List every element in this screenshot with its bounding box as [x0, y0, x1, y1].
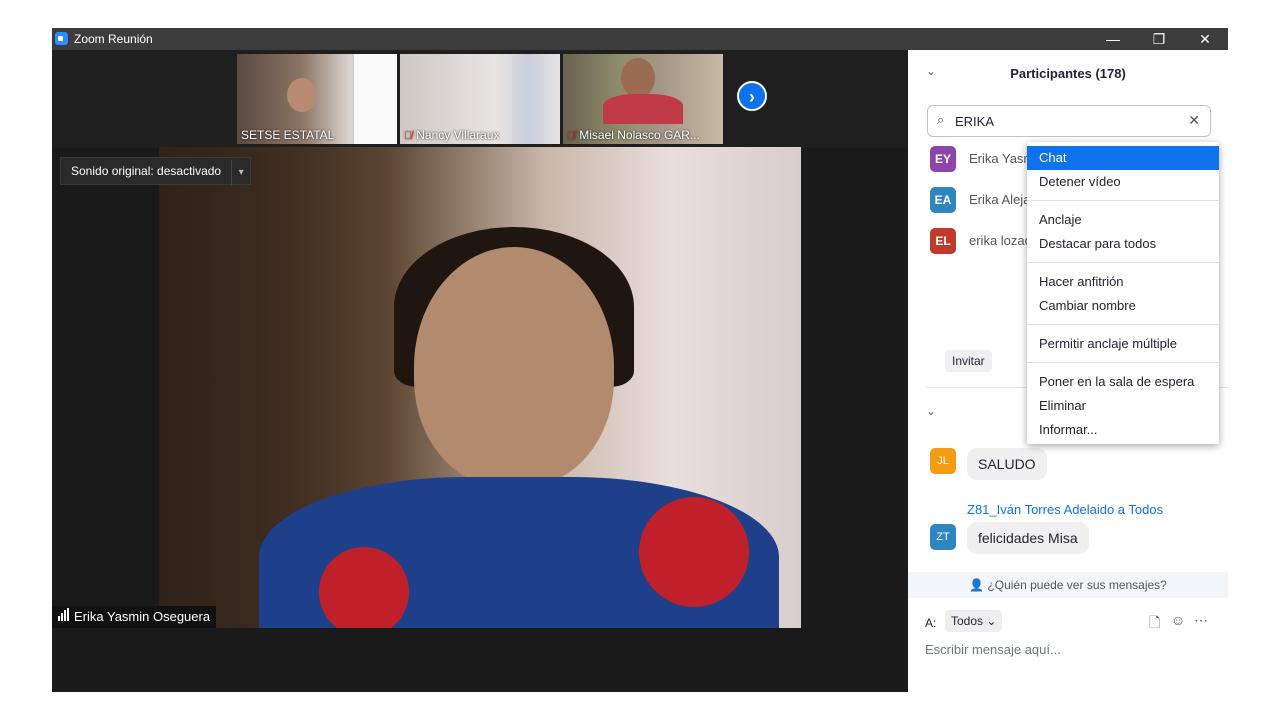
avatar: ZT	[930, 524, 956, 550]
avatar: EA	[930, 187, 956, 213]
signal-strength-icon	[58, 606, 70, 628]
emoji-icon[interactable]: ☺	[1171, 612, 1185, 628]
chevron-down-icon: ⌄	[986, 614, 997, 628]
menu-divider	[1027, 324, 1219, 325]
original-sound-toggle[interactable]: Sonido original: desactivado ▾	[60, 157, 252, 186]
recipient-value: Todos	[951, 614, 984, 628]
participant-name: Erika Aleja	[969, 192, 1031, 207]
search-input[interactable]: ERIKA	[955, 114, 994, 129]
chevron-down-icon[interactable]: ▾	[231, 160, 250, 186]
recipient-label: A:	[925, 616, 937, 630]
participant-search[interactable]: ⌕ ERIKA ✕	[927, 105, 1211, 137]
shared-screen-preview	[353, 54, 397, 144]
menu-item-stop-video[interactable]: Detener vídeo	[1027, 170, 1219, 194]
menu-item-chat[interactable]: Chat	[1027, 146, 1219, 170]
muted-mic-icon: 🎙̸	[404, 130, 413, 142]
thumbnail-nancy[interactable]: 🎙̸ Nancy Villaraux	[400, 54, 560, 144]
shirt-flower	[319, 547, 409, 628]
minimize-button[interactable]: —	[1090, 28, 1136, 50]
next-page-button[interactable]: ›	[737, 81, 767, 111]
chat-message: SALUDO	[967, 448, 1047, 480]
menu-item-make-host[interactable]: Hacer anfitrión	[1027, 270, 1219, 294]
speaker-face	[414, 247, 614, 487]
recipient-select[interactable]: Todos ⌄	[945, 610, 1003, 632]
more-icon[interactable]: ⋯	[1194, 612, 1208, 629]
chat-sender: Z81_Iván Torres Adelaido a Todos	[967, 502, 1164, 517]
menu-item-spotlight[interactable]: Destacar para todos	[1027, 232, 1219, 256]
menu-item-waiting-room[interactable]: Poner en la sala de espera	[1027, 370, 1219, 394]
window-title: Zoom Reunión	[74, 32, 153, 46]
thumbnail-label: 🎙̸ Nancy Villaraux	[404, 128, 500, 142]
thumbnail-label: SETSE ESTATAL	[241, 128, 335, 142]
menu-divider	[1027, 262, 1219, 263]
participant-name: Erika Yasm	[969, 151, 1035, 166]
participant-shirt	[603, 94, 683, 124]
search-icon: ⌕	[937, 112, 945, 127]
avatar: EY	[930, 146, 956, 172]
restore-button[interactable]: ❐	[1136, 28, 1182, 50]
chat-input[interactable]: Escribir mensaje aquí...	[925, 642, 1061, 657]
menu-item-allow-multipin[interactable]: Permitir anclaje múltiple	[1027, 332, 1219, 356]
avatar: EL	[930, 228, 956, 254]
muted-mic-icon: 🎙̸	[567, 130, 576, 142]
menu-item-remove[interactable]: Eliminar	[1027, 394, 1219, 418]
participant-name: erika lozad	[969, 233, 1032, 248]
participant-face	[287, 78, 317, 112]
menu-divider	[1027, 362, 1219, 363]
menu-item-pin[interactable]: Anclaje	[1027, 208, 1219, 232]
speaker-name: Erika Yasmin Oseguera	[74, 609, 211, 624]
close-button[interactable]: ✕	[1182, 28, 1228, 50]
thumbnail-setse[interactable]: SETSE ESTATAL	[237, 54, 397, 144]
thumbnail-label: 🎙̸ Misael Nolasco GAR...	[567, 128, 700, 142]
title-bar: Zoom Reunión — ❐ ✕	[52, 28, 1228, 50]
speaker-name-tag: Erika Yasmin Oseguera	[52, 606, 217, 628]
menu-item-report[interactable]: Informar...	[1027, 418, 1219, 442]
avatar: JL	[930, 448, 956, 474]
chevron-down-icon[interactable]: ⌄	[926, 404, 936, 418]
menu-divider	[1027, 200, 1219, 201]
shirt-flower	[639, 497, 749, 607]
chat-message: felicidades Misa	[967, 522, 1089, 554]
file-icon[interactable]: 🗋	[1149, 612, 1160, 636]
participant-face	[621, 58, 655, 98]
clear-search-icon[interactable]: ✕	[1188, 112, 1200, 129]
thumbnail-strip: SETSE ESTATAL 🎙̸ Nancy Villaraux 🎙̸ Misael…	[52, 50, 908, 148]
person-lock-icon: 👤	[969, 578, 988, 592]
participant-context-menu: Chat Detener vídeo Anclaje Destacar para…	[1027, 142, 1219, 444]
zoom-logo-icon	[55, 32, 68, 45]
thumbnail-misael[interactable]: 🎙̸ Misael Nolasco GAR...	[563, 54, 723, 144]
message-visibility-info[interactable]: 👤 ¿Quién puede ver sus mensajes?	[908, 572, 1228, 598]
participants-title: Participantes (178)	[1010, 66, 1126, 81]
participants-header: ⌄ Participantes (178)	[908, 50, 1228, 96]
video-area: SETSE ESTATAL 🎙̸ Nancy Villaraux 🎙̸ Misael…	[52, 50, 908, 692]
invite-button[interactable]: Invitar	[945, 350, 992, 372]
menu-item-rename[interactable]: Cambiar nombre	[1027, 294, 1219, 318]
message-visibility-text: ¿Quién puede ver sus mensajes?	[987, 578, 1167, 592]
main-video	[159, 147, 801, 628]
original-sound-label: Sonido original: desactivado	[71, 164, 222, 178]
